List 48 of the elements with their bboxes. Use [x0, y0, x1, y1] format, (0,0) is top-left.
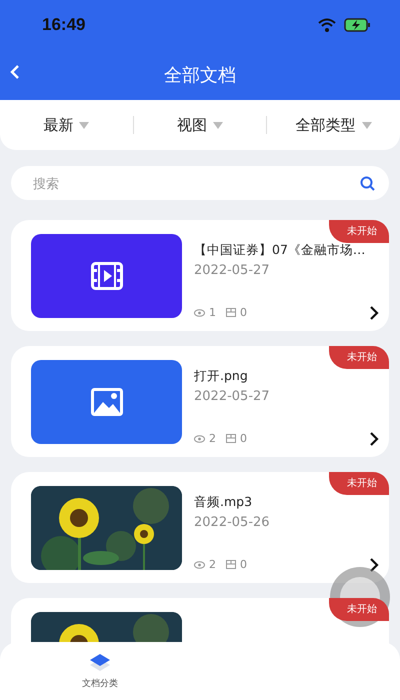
image-icon — [90, 388, 122, 416]
document-date: 2022-05-27 — [194, 388, 271, 404]
open-button[interactable] — [369, 556, 379, 572]
comment-icon — [226, 308, 236, 317]
status-badge: 未开始 — [329, 220, 389, 243]
document-card[interactable]: 打开.png 2022-05-27 2 0 未开始 — [11, 346, 389, 457]
filter-dropdown[interactable]: 全部类型 — [267, 114, 400, 136]
comment-count: 0 — [240, 306, 247, 319]
status-time: 16:49 — [42, 15, 86, 35]
document-title: 打开.png — [194, 366, 249, 384]
comment-icon — [226, 560, 236, 569]
status-badge: 未开始 — [329, 472, 389, 495]
search-field[interactable]: 搜索 — [11, 166, 389, 200]
view-count: 2 — [209, 432, 216, 445]
status-badge: 未开始 — [329, 346, 389, 369]
eye-icon — [194, 434, 205, 442]
status-badge: 未开始 — [329, 598, 389, 621]
page-title: 全部文档 — [164, 64, 236, 87]
document-card[interactable]: 【中国证券】07《金融市场… 2022-05-27 1 0 未开始 — [11, 220, 389, 331]
search-icon — [360, 176, 375, 191]
assistive-touch-button[interactable] — [330, 567, 390, 627]
document-date: 2022-05-26 — [194, 514, 271, 530]
document-title: 【中国证券】07《金融市场… — [194, 240, 366, 258]
wifi-icon — [318, 18, 336, 32]
comment-icon — [226, 434, 236, 443]
comment-count: 0 — [240, 432, 247, 445]
eye-icon — [194, 308, 205, 316]
caret-icon — [213, 122, 223, 128]
open-button[interactable] — [369, 430, 379, 446]
film-icon — [90, 262, 122, 290]
chevron-right-icon — [369, 304, 379, 320]
document-date: 2022-05-27 — [194, 262, 271, 278]
filter-dropdown[interactable]: 最新 — [0, 114, 133, 136]
document-card[interactable]: 未开始 — [11, 598, 389, 646]
chevron-right-icon — [369, 430, 379, 446]
filter-dropdown[interactable]: 视图 — [134, 114, 266, 136]
layers-icon — [89, 652, 111, 672]
open-button[interactable] — [369, 304, 379, 320]
view-count: 2 — [209, 558, 216, 571]
document-card[interactable]: 音频.mp3 2022-05-26 2 0 未开始 — [11, 472, 389, 583]
caret-icon — [362, 122, 372, 128]
caret-icon — [79, 122, 90, 128]
chevron-right-icon — [369, 556, 379, 572]
eye-icon — [194, 560, 205, 568]
view-count: 1 — [209, 306, 216, 319]
battery-icon — [344, 18, 370, 32]
document-title: 音频.mp3 — [194, 492, 254, 510]
comment-count: 0 — [240, 558, 247, 571]
